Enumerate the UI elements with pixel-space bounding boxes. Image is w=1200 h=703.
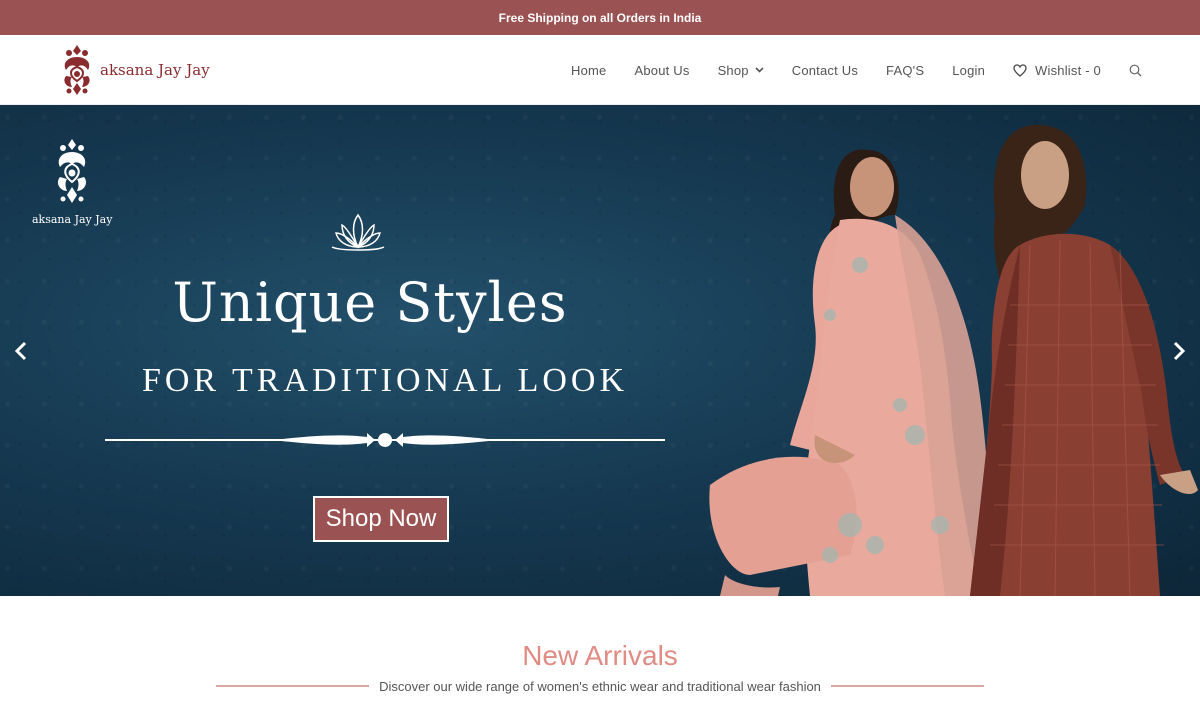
hero-brand-logo: aksana Jay Jay [32, 137, 112, 226]
nav-login[interactable]: Login [952, 63, 985, 78]
nav-shop-label: Shop [717, 62, 749, 78]
nav-about[interactable]: About Us [634, 63, 689, 78]
nav-faq[interactable]: FAQ'S [886, 63, 924, 78]
nav-login-label: Login [952, 62, 986, 78]
search-icon[interactable] [1129, 64, 1142, 77]
main-nav: Home About Us Shop Contact Us FAQ'S Logi… [571, 35, 1142, 105]
hero-title: Unique Styles [172, 271, 568, 334]
hero-slider: aksana Jay Jay Unique Styles FOR TRADITI… [0, 105, 1200, 596]
model-pink-suit [709, 149, 995, 596]
shop-now-button[interactable]: Shop Now [313, 496, 449, 542]
heart-icon [1013, 63, 1027, 77]
ornamental-divider [105, 433, 665, 447]
promo-bar: Free Shipping on all Orders in India [0, 0, 1200, 35]
nav-shop[interactable]: Shop [718, 63, 764, 78]
hero-emblem-icon [57, 139, 87, 203]
nav-home-label: Home [571, 62, 607, 78]
nav-about-label: About Us [634, 62, 690, 78]
model-maroon-suit [970, 124, 1198, 596]
nav-contact-label: Contact Us [791, 62, 859, 78]
hero-subtitle: FOR TRADITIONAL LOOK [141, 362, 629, 399]
nav-wishlist[interactable]: Wishlist - 0 [1013, 63, 1101, 78]
hero-models-image [709, 124, 1198, 596]
new-arrivals-subtitle-row: Discover our wide range of women's ethni… [216, 678, 985, 694]
nav-home[interactable]: Home [571, 63, 606, 78]
logo-text: aksana Jay Jay [100, 61, 210, 79]
site-logo[interactable]: aksana Jay Jay [58, 43, 210, 97]
nav-faq-label: FAQ'S [886, 62, 925, 78]
chevron-left-icon[interactable] [9, 337, 33, 365]
hero-brand-text: aksana Jay Jay [32, 213, 113, 226]
lotus-icon [331, 213, 385, 251]
nav-wishlist-label: Wishlist - 0 [1035, 62, 1101, 78]
site-header: aksana Jay Jay Home About Us Shop Contac… [0, 35, 1200, 105]
logo-emblem-icon [64, 45, 90, 95]
nav-contact[interactable]: Contact Us [792, 63, 858, 78]
divider-line-left [216, 685, 370, 687]
divider-line-right [830, 685, 985, 687]
promo-text: Free Shipping on all Orders in India [498, 10, 702, 25]
new-arrivals-title: New Arrivals [522, 640, 678, 671]
chevron-down-icon [755, 67, 764, 73]
new-arrivals-subtitle: Discover our wide range of women's ethni… [379, 678, 821, 694]
